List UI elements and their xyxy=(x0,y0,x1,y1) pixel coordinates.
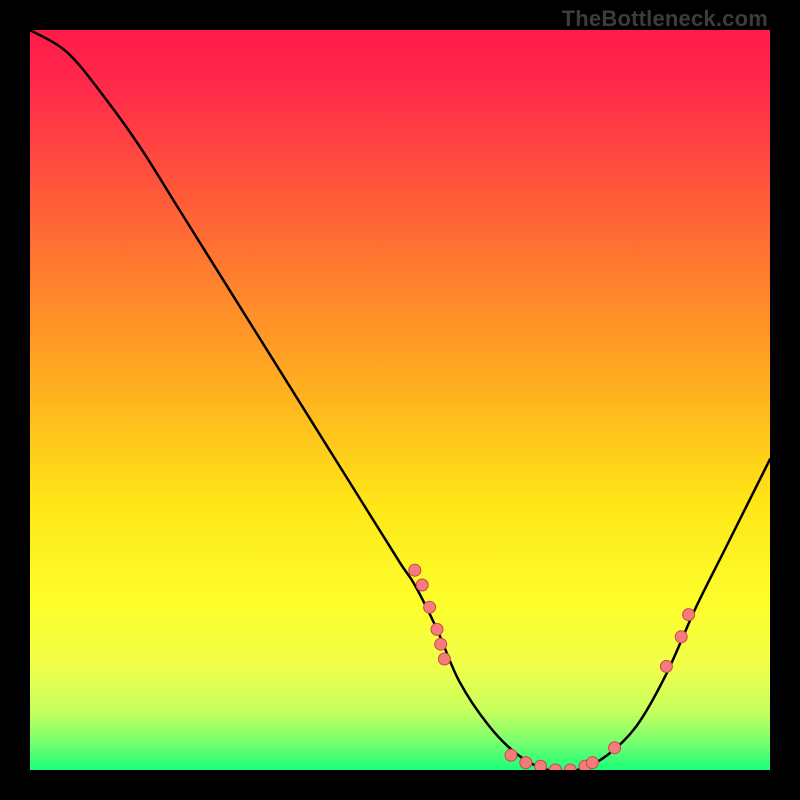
data-marker xyxy=(609,742,621,754)
watermark-text: TheBottleneck.com xyxy=(562,6,768,32)
data-marker xyxy=(675,631,687,643)
data-marker xyxy=(660,660,672,672)
data-marker xyxy=(424,601,436,613)
data-marker xyxy=(520,757,532,769)
data-marker xyxy=(435,638,447,650)
data-marker xyxy=(535,760,547,770)
data-marker xyxy=(416,579,428,591)
data-marker xyxy=(586,757,598,769)
curve-group xyxy=(30,30,770,770)
bottleneck-curve xyxy=(30,30,770,770)
chart-svg xyxy=(30,30,770,770)
data-marker xyxy=(409,564,421,576)
chart-plot-area xyxy=(30,30,770,770)
data-marker xyxy=(564,764,576,770)
data-marker xyxy=(683,609,695,621)
data-marker xyxy=(549,764,561,770)
data-marker xyxy=(438,653,450,665)
data-marker xyxy=(431,623,443,635)
data-marker xyxy=(505,749,517,761)
